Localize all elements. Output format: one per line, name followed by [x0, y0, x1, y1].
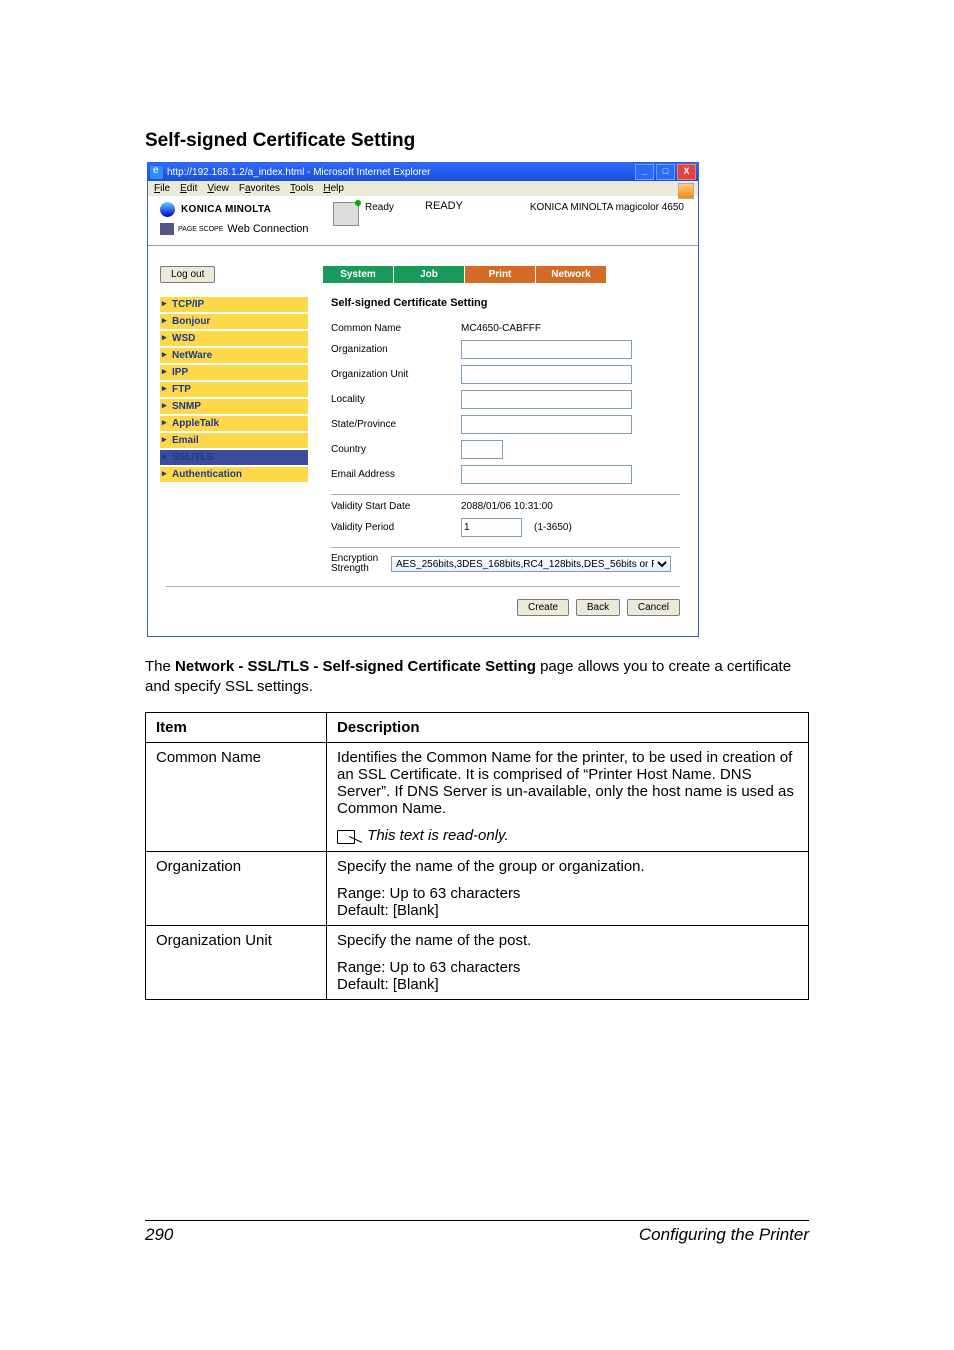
th-desc: Description — [327, 712, 809, 742]
menu-tools[interactable]: Tools — [290, 183, 313, 194]
table-row: Organization Unit Specify the name of th… — [146, 925, 809, 999]
close-button[interactable]: X — [677, 164, 696, 180]
menu-view[interactable]: View — [207, 183, 229, 194]
sidebar-item-bonjour[interactable]: Bonjour — [160, 314, 308, 329]
table-row: Common Name Identifies the Common Name f… — [146, 742, 809, 851]
cell-desc: Specify the name of the group or organiz… — [327, 851, 809, 925]
ie-icon — [150, 166, 163, 179]
cell-desc: Specify the name of the post. Range: Up … — [327, 925, 809, 999]
validity-period-input[interactable] — [461, 518, 522, 537]
locality-input[interactable] — [461, 390, 632, 409]
chapter-title: Configuring the Printer — [639, 1225, 809, 1245]
cell-item: Organization — [146, 851, 327, 925]
device-name: KONICA MINOLTA magicolor 4650 — [530, 202, 684, 213]
status-big: READY — [425, 200, 463, 212]
ie-titlebar: http://192.168.1.2/a_index.html - Micros… — [148, 163, 698, 181]
org-unit-label: Organization Unit — [331, 369, 461, 380]
note-icon — [337, 827, 363, 845]
create-button[interactable]: Create — [517, 599, 569, 616]
country-label: Country — [331, 444, 461, 455]
sidebar-item-netware[interactable]: NetWare — [160, 348, 308, 363]
menu-favorites[interactable]: Favorites — [239, 183, 280, 194]
page-number: 290 — [145, 1225, 173, 1245]
menu-file[interactable]: File — [154, 183, 170, 194]
menu-help[interactable]: Help — [323, 183, 344, 194]
ie-menubar: File Edit View Favorites Tools Help — [148, 181, 698, 196]
tab-job[interactable]: Job — [394, 266, 465, 283]
sidebar-item-ftp[interactable]: FTP — [160, 382, 308, 397]
tab-print[interactable]: Print — [465, 266, 536, 283]
sidebar-item-ssltls[interactable]: SSL/TLS — [160, 450, 308, 465]
printer-icon — [333, 202, 359, 226]
cell-item: Organization Unit — [146, 925, 327, 999]
common-name-value: MC4650-CABFFF — [461, 323, 541, 334]
start-date-label: Validity Start Date — [331, 501, 461, 512]
minimize-button[interactable]: _ — [635, 164, 654, 180]
organization-label: Organization — [331, 344, 461, 355]
organization-input[interactable] — [461, 340, 632, 359]
sidebar-item-wsd[interactable]: WSD — [160, 331, 308, 346]
cell-desc: Identifies the Common Name for the print… — [327, 742, 809, 851]
km-brand: KONICA MINOLTA — [181, 204, 271, 215]
pagescope-text: Web Connection — [227, 223, 308, 235]
email-label: Email Address — [331, 469, 461, 480]
validity-period-label: Validity Period — [331, 522, 461, 533]
ie-title: http://192.168.1.2/a_index.html - Micros… — [167, 167, 635, 178]
sidebar-item-email[interactable]: Email — [160, 433, 308, 448]
org-unit-input[interactable] — [461, 365, 632, 384]
locality-label: Locality — [331, 394, 461, 405]
th-item: Item — [146, 712, 327, 742]
state-label: State/Province — [331, 419, 461, 430]
validity-period-hint: (1-3650) — [534, 522, 572, 533]
encryption-label: Encryption Strength — [331, 554, 391, 574]
menu-edit[interactable]: Edit — [180, 183, 197, 194]
cancel-button[interactable]: Cancel — [627, 599, 680, 616]
sidebar-item-ipp[interactable]: IPP — [160, 365, 308, 380]
email-input[interactable] — [461, 465, 632, 484]
ie-window: http://192.168.1.2/a_index.html - Micros… — [147, 162, 699, 637]
sidebar: TCP/IP Bonjour WSD NetWare IPP FTP SNMP … — [148, 297, 308, 580]
footer: 290 Configuring the Printer — [145, 1220, 809, 1245]
country-input[interactable] — [461, 440, 503, 459]
common-name-label: Common Name — [331, 323, 461, 334]
intro-paragraph: The Network - SSL/TLS - Self-signed Cert… — [145, 657, 809, 698]
description-table: Item Description Common Name Identifies … — [145, 712, 809, 1000]
sidebar-item-appletalk[interactable]: AppleTalk — [160, 416, 308, 431]
table-row: Organization Specify the name of the gro… — [146, 851, 809, 925]
sidebar-item-tcpip[interactable]: TCP/IP — [160, 297, 308, 312]
form-title: Self-signed Certificate Setting — [331, 297, 680, 309]
km-globe-icon — [160, 202, 175, 217]
maximize-button[interactable]: □ — [656, 164, 675, 180]
sidebar-item-snmp[interactable]: SNMP — [160, 399, 308, 414]
pagescope-label: PAGE SCOPE — [178, 226, 223, 233]
tab-network[interactable]: Network — [536, 266, 607, 283]
section-title: Self-signed Certificate Setting — [145, 130, 809, 152]
state-input[interactable] — [461, 415, 632, 434]
main-form: Self-signed Certificate Setting Common N… — [313, 297, 698, 580]
logout-button[interactable]: Log out — [160, 266, 215, 283]
start-date-value: 2088/01/06 10:31:00 — [461, 501, 553, 512]
note-text: This text is read-only. — [367, 827, 508, 844]
pagescope-icon — [160, 223, 174, 235]
cell-item: Common Name — [146, 742, 327, 851]
sidebar-item-auth[interactable]: Authentication — [160, 467, 308, 482]
tab-system[interactable]: System — [323, 266, 394, 283]
back-button[interactable]: Back — [576, 599, 620, 616]
encryption-select[interactable]: AES_256bits,3DES_168bits,RC4_128bits,DES… — [391, 556, 671, 572]
